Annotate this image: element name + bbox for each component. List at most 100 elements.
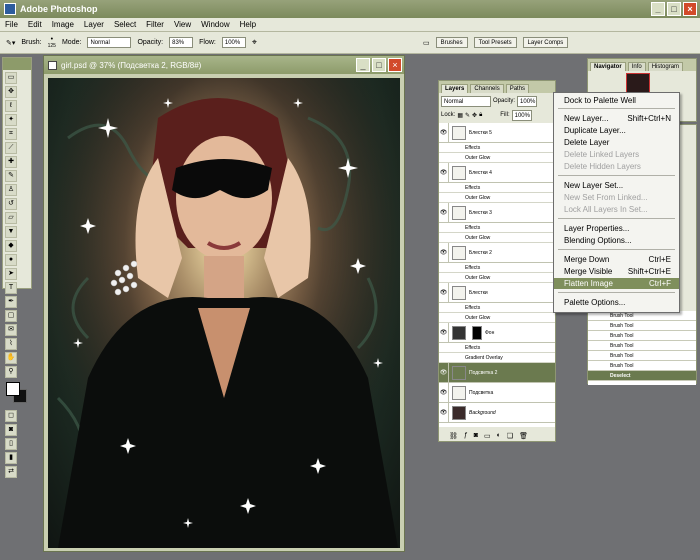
menu-item-new-layer[interactable]: New Layer... Shift+Ctrl+N xyxy=(554,113,679,124)
marquee-tool-icon[interactable]: ▭ xyxy=(5,72,17,84)
effect-item-row[interactable]: Gradient Overlay xyxy=(439,353,555,363)
menu-layer[interactable]: Layer xyxy=(79,20,109,29)
tab-navigator[interactable]: Navigator xyxy=(590,62,626,71)
notes-tool-icon[interactable]: ✉ xyxy=(5,324,17,336)
effects-row[interactable]: Effects xyxy=(439,183,555,193)
layer-row[interactable]: 👁︎ Блестки 2 xyxy=(439,243,555,263)
menu-item-layer-properties[interactable]: Layer Properties... xyxy=(554,223,679,234)
image-canvas[interactable] xyxy=(48,78,400,548)
fill-field[interactable]: 100% xyxy=(511,109,532,121)
effects-row[interactable]: Effects xyxy=(439,343,555,353)
menu-item-merge-visible[interactable]: Merge Visible Shift+Ctrl+E xyxy=(554,266,679,277)
menu-image[interactable]: Image xyxy=(47,20,79,29)
maximize-icon[interactable]: □ xyxy=(667,2,681,16)
foreground-color-swatch[interactable] xyxy=(6,382,20,396)
history-state[interactable]: Brush Tool xyxy=(588,331,696,341)
trash-icon[interactable]: 🗑︎ xyxy=(519,432,528,440)
screen-mode-1-icon[interactable]: ▯ xyxy=(5,438,17,450)
menu-item-flatten-image[interactable]: Flatten Image Ctrl+F xyxy=(554,278,679,289)
menu-view[interactable]: View xyxy=(169,20,196,29)
tab-channels[interactable]: Channels xyxy=(470,84,504,93)
lock-transparency-icon[interactable]: ▦ xyxy=(457,112,463,119)
visibility-eye-icon[interactable]: 👁︎ xyxy=(439,123,449,142)
menu-help[interactable]: Help xyxy=(235,20,261,29)
visibility-eye-icon[interactable]: 👁︎ xyxy=(439,283,449,302)
history-brush-icon[interactable]: ↺ xyxy=(5,198,17,210)
layer-row[interactable]: 👁︎ Блестки 3 xyxy=(439,203,555,223)
adjustment-layer-icon[interactable]: ◐ xyxy=(497,432,501,440)
shape-tool-icon[interactable]: ▢ xyxy=(5,310,17,322)
history-state[interactable]: Brush Tool xyxy=(588,351,696,361)
stamp-tool-icon[interactable]: ♙ xyxy=(5,184,17,196)
menu-item-merge-down[interactable]: Merge Down Ctrl+E xyxy=(554,254,679,265)
new-layer-icon[interactable]: ❏ xyxy=(507,432,513,440)
history-state[interactable]: Brush Tool xyxy=(588,321,696,331)
slice-tool-icon[interactable]: ⟋ xyxy=(5,142,17,154)
visibility-eye-icon[interactable]: 👁︎ xyxy=(439,163,449,182)
close-icon[interactable]: × xyxy=(683,2,697,16)
effects-row[interactable]: Effects xyxy=(439,143,555,153)
visibility-eye-icon[interactable]: 👁︎ xyxy=(439,363,449,382)
lasso-tool-icon[interactable]: ℓ xyxy=(5,100,17,112)
minimize-icon[interactable]: _ xyxy=(651,2,665,16)
layer-row[interactable]: 👁︎ Блестки 4 xyxy=(439,163,555,183)
opacity-field[interactable]: 83% xyxy=(169,37,194,48)
menu-item-dock-to-palette-well[interactable]: Dock to Palette Well xyxy=(554,95,679,106)
layer-row[interactable]: 👁︎ Background xyxy=(439,403,555,423)
menu-item-new-layer-set[interactable]: New Layer Set... xyxy=(554,180,679,191)
standard-mode-icon[interactable]: ◻ xyxy=(5,410,17,422)
history-state[interactable]: Brush Tool xyxy=(588,341,696,351)
layer-opacity-field[interactable]: 100% xyxy=(517,95,538,107)
menu-window[interactable]: Window xyxy=(196,20,234,29)
blend-mode-select[interactable]: Normal xyxy=(441,95,491,107)
menu-file[interactable]: File xyxy=(0,20,23,29)
menu-edit[interactable]: Edit xyxy=(23,20,47,29)
link-layers-icon[interactable]: ⛓︎ xyxy=(449,432,458,440)
flow-field[interactable]: 100% xyxy=(221,37,246,48)
menu-item-new-set-from-linked[interactable]: New Set From Linked... xyxy=(554,192,679,203)
eraser-tool-icon[interactable]: ▱ xyxy=(5,212,17,224)
doc-minimize-icon[interactable]: _ xyxy=(356,58,370,72)
visibility-eye-icon[interactable]: 👁︎ xyxy=(439,243,449,262)
effects-row[interactable]: Effects xyxy=(439,303,555,313)
imageready-icon[interactable]: ⇄ xyxy=(5,466,17,478)
magic-wand-icon[interactable]: ✦ xyxy=(5,114,17,126)
visibility-eye-icon[interactable]: 👁︎ xyxy=(439,383,449,402)
visibility-eye-icon[interactable]: 👁︎ xyxy=(439,403,449,422)
brush-tool-icon[interactable]: ✎▾ xyxy=(6,39,15,47)
doc-close-icon[interactable]: × xyxy=(388,58,402,72)
menu-item-delete-layer[interactable]: Delete Layer xyxy=(554,137,679,148)
effect-item-row[interactable]: Outer Glow xyxy=(439,193,555,203)
visibility-eye-icon[interactable]: 👁︎ xyxy=(439,323,449,342)
tab-info[interactable]: Info xyxy=(627,62,646,71)
effect-item-row[interactable]: Outer Glow xyxy=(439,233,555,243)
effect-item-row[interactable]: Outer Glow xyxy=(439,313,555,323)
screen-mode-2-icon[interactable]: ▮ xyxy=(5,452,17,464)
crop-tool-icon[interactable]: ⌗ xyxy=(5,128,17,140)
tab-histogram[interactable]: Histogram xyxy=(647,62,684,71)
healing-brush-icon[interactable]: ✚ xyxy=(5,156,17,168)
pen-tool-icon[interactable]: ✒ xyxy=(5,296,17,308)
menu-item-delete-hidden-layers[interactable]: Delete Hidden Layers xyxy=(554,161,679,172)
menu-item-duplicate-layer[interactable]: Duplicate Layer... xyxy=(554,125,679,136)
menu-item-blending-options[interactable]: Blending Options... xyxy=(554,235,679,246)
type-tool-icon[interactable]: T xyxy=(5,282,17,294)
menu-select[interactable]: Select xyxy=(109,20,141,29)
file-browser-icon[interactable]: ▭ xyxy=(423,39,430,47)
effects-row[interactable]: Effects xyxy=(439,223,555,233)
tab-paths[interactable]: Paths xyxy=(505,84,530,93)
layer-row[interactable]: 👁︎ Фон xyxy=(439,323,555,343)
move-tool-icon[interactable]: ✥ xyxy=(5,86,17,98)
airbrush-icon[interactable]: ⌖ xyxy=(252,37,257,48)
add-mask-icon[interactable]: ◙ xyxy=(474,432,478,440)
layer-row[interactable]: 👁︎ Блестки xyxy=(439,283,555,303)
menu-item-lock-all-layers-in-set[interactable]: Lock All Layers In Set... xyxy=(554,204,679,215)
bucket-tool-icon[interactable]: ▼ xyxy=(5,226,17,238)
well-tab-tool-presets[interactable]: Tool Presets xyxy=(473,37,517,48)
layer-row-selected[interactable]: 👁︎ Подсветка 2 xyxy=(439,363,555,383)
tab-layers[interactable]: Layers xyxy=(441,84,469,93)
dodge-tool-icon[interactable]: ● xyxy=(5,254,17,266)
menu-filter[interactable]: Filter xyxy=(141,20,169,29)
brush-preset-picker[interactable]: • 125 xyxy=(48,36,56,49)
menu-item-delete-linked-layers[interactable]: Delete Linked Layers xyxy=(554,149,679,160)
